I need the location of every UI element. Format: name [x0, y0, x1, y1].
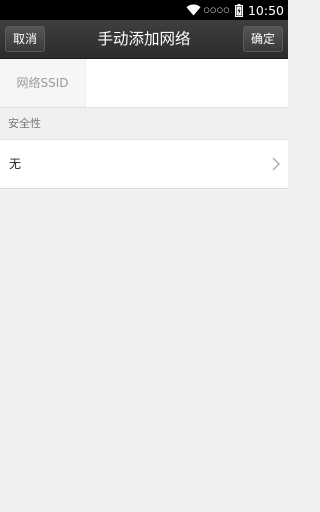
wifi-icon — [186, 4, 201, 16]
security-section-header: 安全性 — [0, 108, 288, 140]
ssid-label: 网络SSID — [16, 76, 69, 90]
cancel-button[interactable]: 取消 — [5, 26, 45, 52]
signal-strength-indicator: ○○○○ — [203, 5, 230, 14]
status-clock: 10:50 — [247, 2, 284, 18]
status-bar: ○○○○ 10:50 — [0, 0, 288, 20]
title-bar: 取消 手动添加网络 确定 — [0, 20, 288, 59]
screen: ○○○○ 10:50 取消 手动添加网络 确定 网络SSID 安全性 无 — [0, 0, 288, 512]
chevron-right-icon — [272, 157, 280, 171]
battery-icon — [234, 3, 243, 17]
security-selector-row[interactable]: 无 — [0, 140, 288, 189]
ssid-label-box: 网络SSID — [0, 59, 86, 107]
security-value: 无 — [9, 157, 22, 171]
ssid-input[interactable] — [90, 67, 286, 101]
confirm-button[interactable]: 确定 — [243, 26, 283, 52]
status-icons: ○○○○ 10:50 — [186, 0, 284, 20]
ssid-row: 网络SSID — [0, 59, 288, 108]
security-section-label: 安全性 — [8, 117, 41, 130]
